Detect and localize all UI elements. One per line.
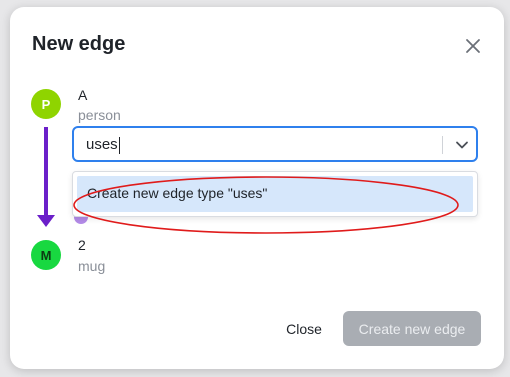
source-node-type: person xyxy=(78,107,121,123)
text-caret xyxy=(118,136,120,154)
dialog-title: New edge xyxy=(32,33,126,55)
arrow-down-icon xyxy=(37,215,55,227)
create-new-edge-button[interactable]: Create new edge xyxy=(343,311,481,346)
select-separator xyxy=(442,136,443,154)
edge-type-input-value: uses xyxy=(86,136,118,153)
target-node-type: mug xyxy=(78,258,106,274)
target-node-initial: M xyxy=(40,247,52,263)
close-icon[interactable] xyxy=(464,37,482,55)
source-node-avatar: P xyxy=(31,89,61,119)
new-edge-dialog: New edge P A person M 2 mug uses Create … xyxy=(10,7,504,369)
close-button[interactable]: Close xyxy=(274,311,334,347)
edge-arrow-line xyxy=(44,127,48,219)
annotation-ellipse xyxy=(73,176,459,234)
target-node-avatar: M xyxy=(31,240,61,270)
target-node-name: 2 xyxy=(78,237,86,253)
edge-type-select[interactable]: uses xyxy=(72,126,478,162)
source-node-initial: P xyxy=(41,96,51,112)
edge-type-input[interactable]: uses xyxy=(86,136,120,154)
chevron-down-icon[interactable] xyxy=(455,138,469,152)
source-node-name: A xyxy=(78,87,88,103)
